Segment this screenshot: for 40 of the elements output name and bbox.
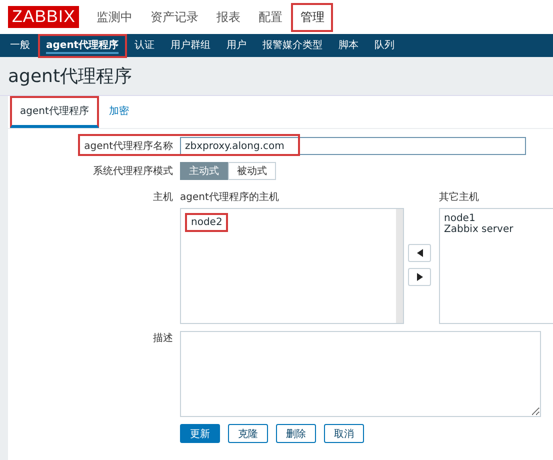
tab[interactable]: agent代理程序 [10, 96, 99, 128]
submenu-item[interactable]: 用户群组 [162, 34, 219, 58]
list-item[interactable]: node2 [185, 213, 228, 232]
left-triangle-icon [416, 249, 422, 257]
name-field[interactable]: zbxproxy.along.com [180, 137, 526, 155]
page-title: agent代理程序 [8, 65, 132, 88]
submenu-item[interactable]: 队列 [366, 34, 403, 58]
host-list[interactable]: node2 [180, 208, 404, 324]
top-menu-item[interactable]: 配置 [249, 2, 292, 32]
right-triangle-icon [416, 273, 422, 281]
list-title: 其它主机 [439, 190, 480, 204]
top-menu-item[interactable]: 报表 [207, 2, 250, 32]
submenu-item[interactable]: 认证 [126, 34, 163, 58]
scrollbar[interactable] [396, 209, 403, 323]
submenu-item[interactable]: 报警媒介类型 [254, 34, 331, 58]
mode-toggle[interactable]: 被动式 [228, 162, 276, 180]
form-button[interactable]: 删除 [276, 424, 316, 443]
submenu-item[interactable]: 脚本 [330, 34, 367, 58]
move-left-button[interactable] [408, 244, 431, 262]
list-item[interactable]: node1 [444, 213, 476, 224]
list-title: agent代理程序的主机 [180, 190, 280, 204]
top-menu-item[interactable]: 资产记录 [141, 2, 208, 32]
description-field[interactable] [180, 331, 541, 417]
form-button[interactable]: 克隆 [228, 424, 268, 443]
form-button[interactable]: 更新 [180, 424, 220, 443]
form-button[interactable]: 取消 [324, 424, 364, 443]
field-label: 描述 [152, 332, 173, 345]
submenu-item[interactable]: agent代理程序 [38, 34, 127, 58]
submenu-item[interactable]: 一般 [2, 34, 38, 58]
top-menu-item[interactable]: 监测中 [87, 2, 142, 32]
submenu-item[interactable]: 用户 [218, 34, 255, 58]
host-list[interactable]: node1 Zabbix server [439, 208, 553, 324]
top-menu-item[interactable]: 管理 [291, 2, 334, 32]
field-label: 主机 [152, 190, 173, 204]
field-label: agent代理程序名称 [83, 140, 173, 153]
field-label: 系统代理程序模式 [92, 164, 173, 178]
move-right-button[interactable] [408, 268, 431, 286]
list-item[interactable]: Zabbix server [444, 224, 514, 235]
tab[interactable]: 加密 [98, 96, 139, 128]
zabbix-logo[interactable]: ZABBIX [8, 6, 80, 28]
